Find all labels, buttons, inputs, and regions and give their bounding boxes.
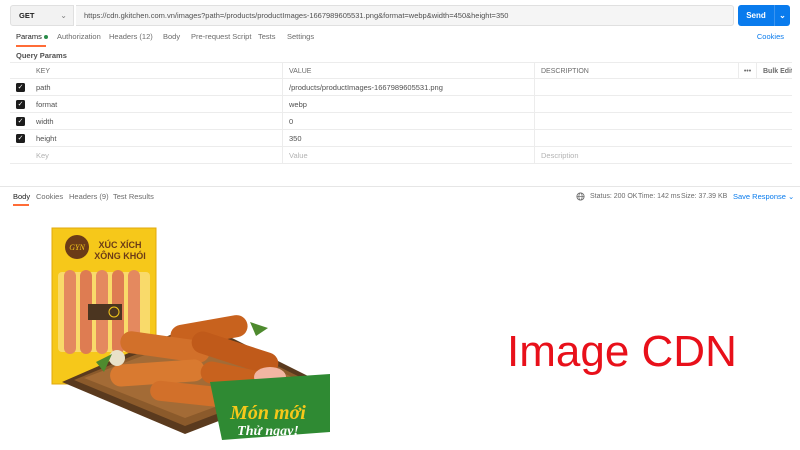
checkmark-icon: ✓ xyxy=(16,116,25,126)
checkmark-icon: ✓ xyxy=(16,99,25,109)
package-title-2: XÔNG KHÓI xyxy=(94,250,146,261)
request-bar: GET ⌄ https://cdn.gkitchen.com.vn/images… xyxy=(10,5,790,26)
header-description: DESCRIPTION xyxy=(534,63,738,79)
badge-line-2: Thử ngay! xyxy=(237,424,299,439)
send-label: Send xyxy=(746,11,766,20)
row-checkbox[interactable]: ✓ xyxy=(10,113,30,129)
package-brand: GYN xyxy=(69,243,85,252)
param-value[interactable]: 0 xyxy=(282,113,534,129)
more-options-icon[interactable]: ••• xyxy=(738,63,756,79)
chevron-down-icon: ⌄ xyxy=(788,192,795,201)
checkmark-icon: ✓ xyxy=(16,133,25,143)
table-row: ✓ format webp xyxy=(10,96,792,113)
new-key-input[interactable]: Key xyxy=(30,147,282,163)
response-divider xyxy=(0,186,800,187)
globe-icon[interactable] xyxy=(576,192,585,201)
response-status: Status: 200 OK xyxy=(590,193,638,200)
response-time: Time: 142 ms xyxy=(638,193,681,200)
tab-settings[interactable]: Settings xyxy=(287,32,314,41)
response-tab-body[interactable]: Body xyxy=(13,192,30,201)
tab-body[interactable]: Body xyxy=(163,32,180,41)
package-title-1: XÚC XÍCH xyxy=(98,239,141,250)
response-size: Size: 37.39 KB xyxy=(681,193,728,200)
params-table: KEY VALUE DESCRIPTION ••• Bulk Edit ✓ pa… xyxy=(10,62,792,164)
table-header-row: KEY VALUE DESCRIPTION ••• Bulk Edit xyxy=(10,62,792,79)
request-tabs: Params Authorization Headers (12) Body P… xyxy=(16,32,790,44)
tab-params-label: Params xyxy=(16,32,42,41)
table-row: ✓ width 0 xyxy=(10,113,792,130)
param-description[interactable] xyxy=(534,96,738,112)
image-cdn-overlay-text: Image CDN xyxy=(507,327,737,376)
response-active-underline xyxy=(13,204,29,206)
param-value[interactable]: /products/productImages-1667989605531.pn… xyxy=(282,79,534,95)
header-key: KEY xyxy=(36,67,51,75)
chevron-down-icon: ⌄ xyxy=(60,11,67,20)
badge-line-1: Món mới xyxy=(229,402,306,424)
cookies-link[interactable]: Cookies xyxy=(757,32,784,41)
param-value[interactable]: 350 xyxy=(282,130,534,146)
send-button[interactable]: Send ⌄ xyxy=(738,5,790,26)
params-indicator-dot xyxy=(43,35,48,40)
promo-badge: Món mới Thử ngay! xyxy=(210,374,330,440)
tab-params[interactable]: Params xyxy=(16,32,48,41)
tab-prerequest-script[interactable]: Pre-request Script xyxy=(191,32,251,41)
table-row: ✓ path /products/productImages-166798960… xyxy=(10,79,792,96)
checkmark-icon: ✓ xyxy=(16,82,25,92)
response-tab-cookies[interactable]: Cookies xyxy=(36,192,63,201)
param-value[interactable]: webp xyxy=(282,96,534,112)
chevron-down-icon[interactable]: ⌄ xyxy=(775,11,790,20)
save-response-label: Save Response xyxy=(733,192,786,201)
param-description[interactable] xyxy=(534,113,738,129)
response-tab-test-results[interactable]: Test Results xyxy=(113,192,154,201)
response-tab-headers[interactable]: Headers (9) xyxy=(69,192,109,201)
method-select[interactable]: GET ⌄ xyxy=(10,5,74,26)
param-description[interactable] xyxy=(534,79,738,95)
param-key[interactable]: width xyxy=(30,113,282,129)
header-value: VALUE xyxy=(282,63,534,79)
row-checkbox[interactable]: ✓ xyxy=(10,96,30,112)
new-description-input[interactable]: Description xyxy=(534,147,738,163)
tab-headers[interactable]: Headers (12) xyxy=(109,32,153,41)
param-key[interactable]: path xyxy=(30,79,282,95)
row-checkbox[interactable]: ✓ xyxy=(10,79,30,95)
tab-authorization[interactable]: Authorization xyxy=(57,32,101,41)
active-tab-underline xyxy=(16,45,46,47)
query-params-title: Query Params xyxy=(16,51,67,60)
new-value-input[interactable]: Value xyxy=(282,147,534,163)
empty-check-cell xyxy=(10,147,30,163)
tab-tests[interactable]: Tests xyxy=(258,32,276,41)
header-check-cell xyxy=(10,63,30,79)
row-checkbox[interactable]: ✓ xyxy=(10,130,30,146)
param-description[interactable] xyxy=(534,130,738,146)
table-row: ✓ height 350 xyxy=(10,130,792,147)
param-key[interactable]: format xyxy=(30,96,282,112)
url-input[interactable]: https://cdn.gkitchen.com.vn/images?path=… xyxy=(76,5,734,26)
save-response-button[interactable]: Save Response ⌄ xyxy=(733,192,794,201)
bulk-edit-button[interactable]: Bulk Edit xyxy=(756,63,792,79)
table-row-new: Key Value Description xyxy=(10,147,792,164)
param-key[interactable]: height xyxy=(30,130,282,146)
method-label: GET xyxy=(19,11,35,20)
